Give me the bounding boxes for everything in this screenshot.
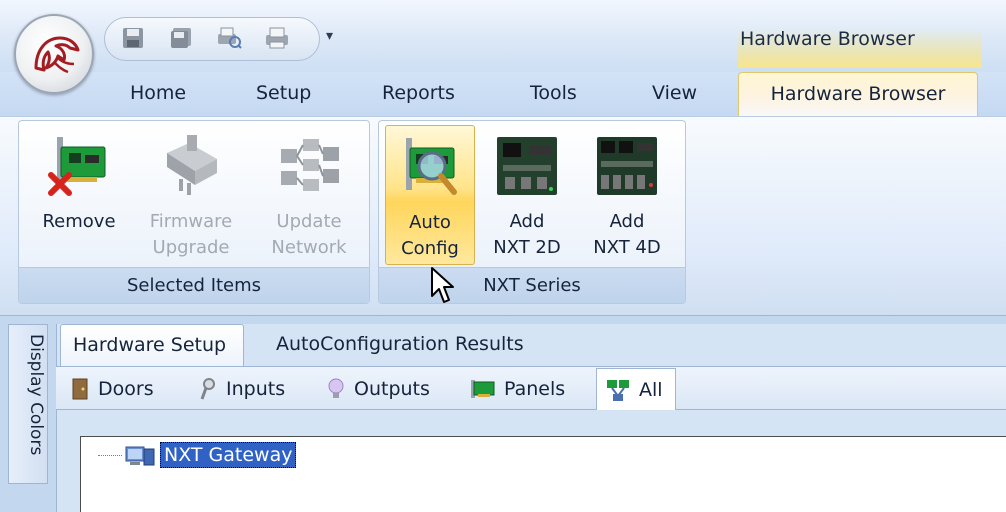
filter-tab-panels[interactable]: Panels [470, 372, 565, 406]
save-all-icon[interactable] [166, 24, 196, 52]
display-colors-label: Display Colors [26, 334, 46, 456]
auto-config-button[interactable]: Auto Config [385, 125, 475, 265]
save-icon[interactable] [118, 24, 148, 52]
add-nxt-4d-button[interactable]: Add NXT 4D [579, 125, 675, 265]
remove-button-label: Remove [42, 211, 116, 232]
tree-node-nxt-gateway[interactable]: NXT Gateway [98, 442, 297, 468]
gateway-icon [125, 446, 155, 466]
add-nxt-2d-button[interactable]: Add NXT 2D [479, 125, 575, 265]
filter-tab-label: Inputs [226, 378, 286, 400]
filter-tab-all[interactable]: All [596, 368, 676, 410]
group-selected-items: Remove Firmware Upgrade Update Network S… [18, 120, 370, 304]
update-network-button[interactable]: Update Network [255, 125, 363, 265]
tab-setup[interactable]: Setup [256, 82, 311, 112]
update-network-icon [277, 135, 341, 197]
eagle-logo-icon [34, 36, 80, 74]
bulb-icon [328, 378, 344, 398]
firmware-upgrade-label: Firmware Upgrade [149, 211, 233, 258]
nxt-4d-board-icon [595, 135, 659, 197]
tab-autoconfiguration-results[interactable]: AutoConfiguration Results [264, 324, 554, 366]
filter-tab-label: Panels [504, 378, 566, 400]
application-menu-button[interactable] [14, 14, 94, 94]
window-title: Hardware Browser [738, 28, 982, 68]
customize-toolbar-chevron-icon[interactable]: ▾ [326, 28, 333, 44]
print-icon[interactable] [262, 24, 292, 52]
filter-tab-label: Doors [98, 378, 154, 400]
filter-tab-inputs[interactable]: Inputs [198, 372, 285, 406]
tab-hardware-browser[interactable]: Hardware Browser [738, 72, 978, 120]
nxt-2d-board-icon [495, 135, 559, 197]
group-nxt-series: Auto Config Add NXT 2D Add NXT 4D NXT Se… [378, 120, 686, 304]
firmware-upgrade-icon [159, 135, 223, 197]
tree-connector [98, 454, 122, 456]
remove-card-icon [47, 135, 111, 197]
filter-tab-doors[interactable]: Doors [70, 372, 154, 406]
filter-tab-label: All [639, 378, 663, 401]
print-preview-icon[interactable] [214, 24, 244, 52]
auto-config-label: Auto Config [401, 212, 459, 259]
door-icon [72, 378, 88, 400]
filter-tab-label: Outputs [354, 378, 430, 400]
input-icon [200, 378, 215, 400]
group-label-nxt-series: NXT Series [379, 267, 685, 303]
tab-hardware-setup[interactable]: Hardware Setup [60, 324, 244, 366]
tree-node-label: NXT Gateway [160, 442, 297, 468]
auto-config-icon [398, 136, 462, 198]
add-nxt-2d-label: Add NXT 2D [493, 211, 561, 258]
tab-reports[interactable]: Reports [382, 82, 455, 112]
panel-icon [471, 380, 495, 398]
add-nxt-4d-label: Add NXT 4D [593, 211, 661, 258]
mouse-pointer-icon [430, 266, 456, 311]
tab-home[interactable]: Home [130, 82, 186, 112]
update-network-label: Update Network [271, 211, 347, 258]
tab-tools[interactable]: Tools [530, 82, 577, 112]
filter-tab-outputs[interactable]: Outputs [326, 372, 430, 406]
network-icon [607, 379, 629, 401]
firmware-upgrade-button[interactable]: Firmware Upgrade [139, 125, 243, 265]
tab-view[interactable]: View [652, 82, 697, 112]
group-label-selected-items: Selected Items [19, 267, 369, 303]
remove-button[interactable]: Remove [27, 125, 131, 265]
